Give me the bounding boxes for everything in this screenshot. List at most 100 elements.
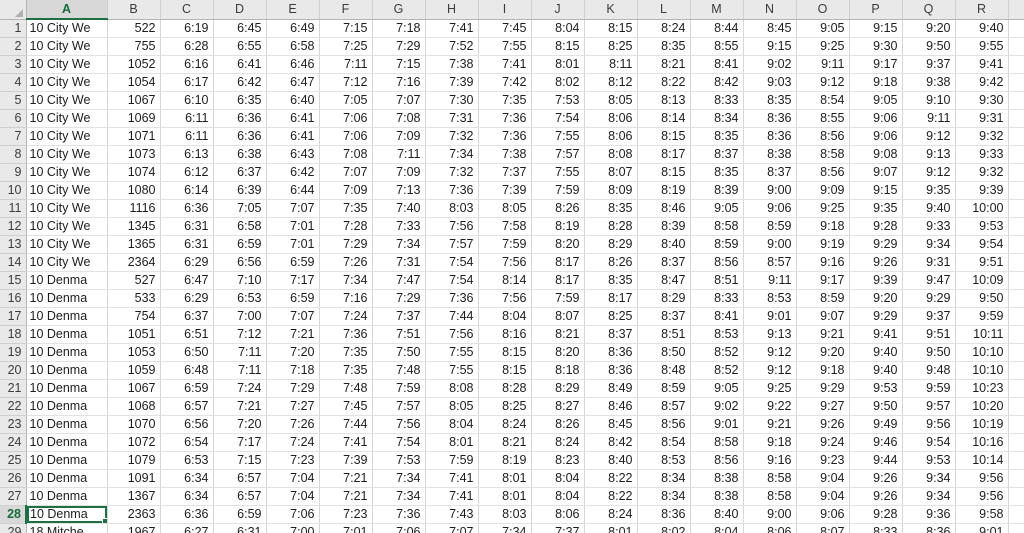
cell-L9[interactable]: 8:15 [637, 163, 691, 182]
cell-N11[interactable]: 9:06 [743, 199, 797, 218]
cell-M9[interactable]: 8:35 [690, 163, 744, 182]
cell-K1[interactable]: 8:15 [584, 19, 638, 38]
cell-G5[interactable]: 7:07 [372, 91, 426, 110]
cell-S27[interactable]: 10:0 [1008, 487, 1024, 506]
cell-B15[interactable]: 527 [107, 271, 161, 290]
cell-C25[interactable]: 6:53 [160, 451, 214, 470]
cell-O12[interactable]: 9:18 [796, 217, 850, 236]
cell-K12[interactable]: 8:28 [584, 217, 638, 236]
cell-H13[interactable]: 7:57 [425, 235, 479, 254]
cell-C2[interactable]: 6:28 [160, 37, 214, 56]
cell-A16[interactable]: 10 Denma [26, 289, 108, 308]
cell-N23[interactable]: 9:21 [743, 415, 797, 434]
cell-G16[interactable]: 7:29 [372, 289, 426, 308]
cell-Q6[interactable]: 9:11 [902, 109, 956, 128]
cell-S15[interactable]: 10:1 [1008, 271, 1024, 290]
cell-N25[interactable]: 9:16 [743, 451, 797, 470]
cell-D27[interactable]: 6:57 [213, 487, 267, 506]
cell-D13[interactable]: 6:59 [213, 235, 267, 254]
cell-J11[interactable]: 8:26 [531, 199, 585, 218]
cell-A19[interactable]: 10 Denma [26, 343, 108, 362]
cell-H7[interactable]: 7:32 [425, 127, 479, 146]
cell-E23[interactable]: 7:26 [266, 415, 320, 434]
cell-A2[interactable]: 10 City We [26, 37, 108, 56]
cell-P13[interactable]: 9:29 [849, 235, 903, 254]
cell-K29[interactable]: 8:01 [584, 523, 638, 533]
cell-F25[interactable]: 7:39 [319, 451, 373, 470]
cell-M3[interactable]: 8:41 [690, 55, 744, 74]
cell-N15[interactable]: 9:11 [743, 271, 797, 290]
cell-J22[interactable]: 8:27 [531, 397, 585, 416]
cell-H27[interactable]: 7:41 [425, 487, 479, 506]
cell-P1[interactable]: 9:15 [849, 19, 903, 38]
cell-M20[interactable]: 8:52 [690, 361, 744, 380]
row-header-12[interactable]: 12 [0, 217, 27, 236]
row-header-3[interactable]: 3 [0, 55, 27, 74]
cell-B7[interactable]: 1071 [107, 127, 161, 146]
cell-S11[interactable]: 10:0 [1008, 199, 1024, 218]
cell-D12[interactable]: 6:58 [213, 217, 267, 236]
cell-R6[interactable]: 9:31 [955, 109, 1009, 128]
cell-I16[interactable]: 7:56 [478, 289, 532, 308]
cell-I15[interactable]: 8:14 [478, 271, 532, 290]
cell-F3[interactable]: 7:11 [319, 55, 373, 74]
cell-L26[interactable]: 8:34 [637, 469, 691, 488]
cell-G7[interactable]: 7:09 [372, 127, 426, 146]
cell-F22[interactable]: 7:45 [319, 397, 373, 416]
cell-P6[interactable]: 9:06 [849, 109, 903, 128]
cell-H21[interactable]: 8:08 [425, 379, 479, 398]
cell-C3[interactable]: 6:16 [160, 55, 214, 74]
row-header-24[interactable]: 24 [0, 433, 27, 452]
cell-O15[interactable]: 9:17 [796, 271, 850, 290]
cell-C10[interactable]: 6:14 [160, 181, 214, 200]
cell-K16[interactable]: 8:17 [584, 289, 638, 308]
row-header-28[interactable]: 28 [0, 505, 27, 524]
cell-H3[interactable]: 7:38 [425, 55, 479, 74]
cell-P22[interactable]: 9:50 [849, 397, 903, 416]
cell-Q26[interactable]: 9:34 [902, 469, 956, 488]
cell-J26[interactable]: 8:04 [531, 469, 585, 488]
cell-S10[interactable]: 10:0 [1008, 181, 1024, 200]
cell-H19[interactable]: 7:55 [425, 343, 479, 362]
row-header-17[interactable]: 17 [0, 307, 27, 326]
cell-M2[interactable]: 8:55 [690, 37, 744, 56]
cell-L5[interactable]: 8:13 [637, 91, 691, 110]
cell-B4[interactable]: 1054 [107, 73, 161, 92]
cell-F16[interactable]: 7:16 [319, 289, 373, 308]
cell-E16[interactable]: 6:59 [266, 289, 320, 308]
cell-I9[interactable]: 7:37 [478, 163, 532, 182]
cell-G6[interactable]: 7:08 [372, 109, 426, 128]
cell-K4[interactable]: 8:12 [584, 73, 638, 92]
cell-J9[interactable]: 7:55 [531, 163, 585, 182]
cell-F14[interactable]: 7:26 [319, 253, 373, 272]
cell-E25[interactable]: 7:23 [266, 451, 320, 470]
cell-S22[interactable]: 10:2 [1008, 397, 1024, 416]
cell-J7[interactable]: 7:55 [531, 127, 585, 146]
cell-K25[interactable]: 8:40 [584, 451, 638, 470]
cell-N3[interactable]: 9:02 [743, 55, 797, 74]
cell-Q20[interactable]: 9:48 [902, 361, 956, 380]
cell-A7[interactable]: 10 City We [26, 127, 108, 146]
cell-J15[interactable]: 8:17 [531, 271, 585, 290]
cell-H12[interactable]: 7:56 [425, 217, 479, 236]
cell-K23[interactable]: 8:45 [584, 415, 638, 434]
cell-F7[interactable]: 7:06 [319, 127, 373, 146]
cell-D21[interactable]: 7:24 [213, 379, 267, 398]
cell-M27[interactable]: 8:38 [690, 487, 744, 506]
cell-E17[interactable]: 7:07 [266, 307, 320, 326]
row-header-2[interactable]: 2 [0, 37, 27, 56]
cell-D24[interactable]: 7:17 [213, 433, 267, 452]
row-header-20[interactable]: 20 [0, 361, 27, 380]
cell-J10[interactable]: 7:59 [531, 181, 585, 200]
cell-K18[interactable]: 8:37 [584, 325, 638, 344]
cell-Q12[interactable]: 9:33 [902, 217, 956, 236]
cell-Q24[interactable]: 9:54 [902, 433, 956, 452]
cell-L1[interactable]: 8:24 [637, 19, 691, 38]
cell-A10[interactable]: 10 City We [26, 181, 108, 200]
cell-R29[interactable]: 9:01 [955, 523, 1009, 533]
cell-M12[interactable]: 8:58 [690, 217, 744, 236]
cell-P18[interactable]: 9:41 [849, 325, 903, 344]
cell-O5[interactable]: 8:54 [796, 91, 850, 110]
cell-P19[interactable]: 9:40 [849, 343, 903, 362]
cell-I1[interactable]: 7:45 [478, 19, 532, 38]
